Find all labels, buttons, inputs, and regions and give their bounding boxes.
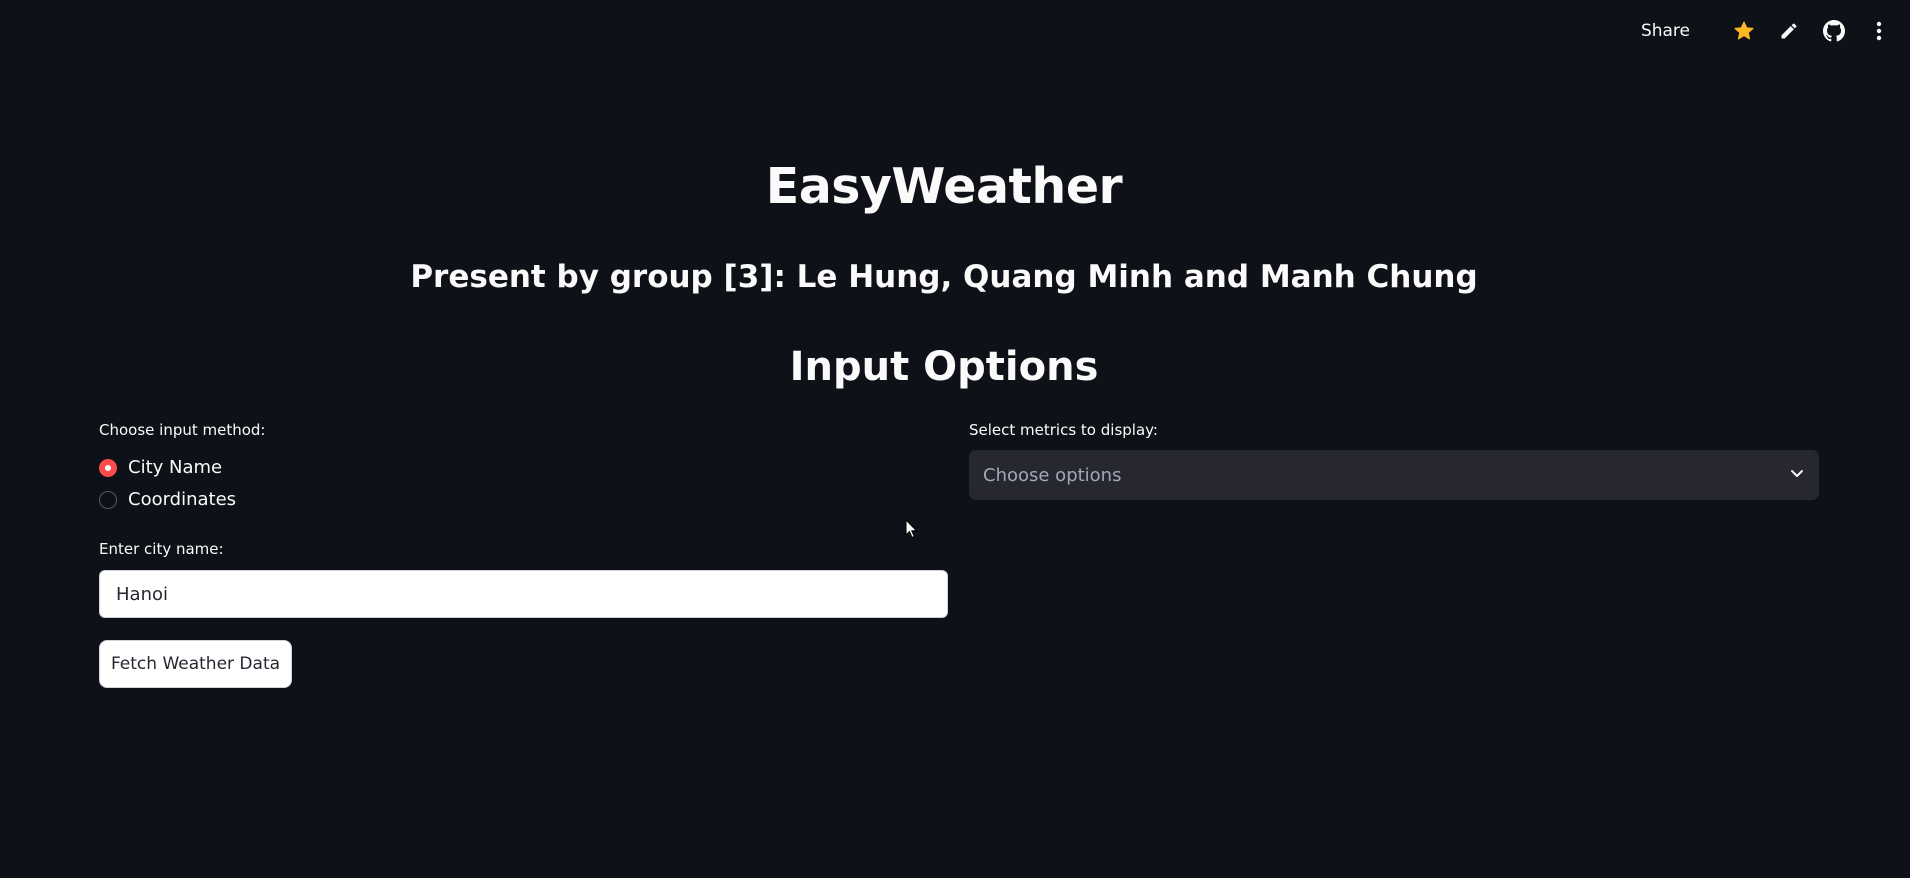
share-button[interactable]: Share	[1641, 21, 1690, 41]
top-toolbar: Share	[1641, 18, 1892, 44]
page-title: EasyWeather	[765, 158, 1123, 215]
fetch-weather-button[interactable]: Fetch Weather Data	[99, 640, 292, 688]
page-subtitle: Present by group [3]: Le Hung, Quang Min…	[410, 259, 1478, 295]
input-method-label: Choose input method:	[99, 421, 266, 439]
section-title: Input Options	[789, 344, 1099, 390]
metrics-multiselect[interactable]: Choose options	[969, 450, 1819, 500]
github-icon[interactable]	[1821, 18, 1847, 44]
radio-option-label: City Name	[128, 457, 223, 478]
star-icon[interactable]	[1731, 18, 1757, 44]
city-name-label: Enter city name:	[99, 540, 224, 558]
radio-selected-icon[interactable]	[99, 458, 117, 477]
pencil-icon[interactable]	[1776, 18, 1802, 44]
radio-option-coordinates[interactable]: Coordinates	[99, 489, 236, 510]
more-vertical-icon[interactable]	[1866, 18, 1892, 44]
radio-option-label: Coordinates	[128, 489, 237, 510]
radio-option-city-name[interactable]: City Name	[99, 457, 222, 478]
city-name-input[interactable]	[99, 570, 948, 618]
mouse-cursor-icon	[905, 518, 918, 543]
radio-unselected-icon[interactable]	[99, 490, 117, 509]
chevron-down-icon[interactable]	[1789, 465, 1805, 485]
select-placeholder: Choose options	[983, 464, 1122, 486]
metrics-label: Select metrics to display:	[969, 421, 1158, 439]
app-page: Share EasyWeather Present by group [3]:	[0, 0, 1910, 878]
